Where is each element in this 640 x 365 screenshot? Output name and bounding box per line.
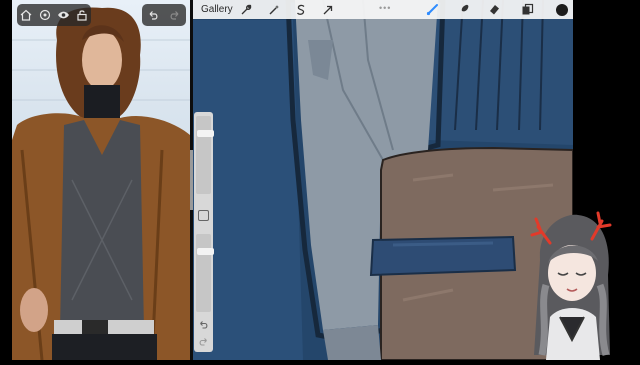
- side-slider-bar: [194, 112, 214, 352]
- gallery-button[interactable]: Gallery: [201, 4, 233, 15]
- opacity-knob[interactable]: [197, 248, 214, 255]
- undo-icon[interactable]: [146, 8, 160, 22]
- wrench-icon[interactable]: [238, 2, 253, 17]
- eraser-icon[interactable]: [487, 2, 502, 17]
- side-undo-icon[interactable]: [198, 319, 209, 330]
- canvas-artwork: [193, 0, 573, 360]
- brush-size-slider[interactable]: [196, 116, 214, 194]
- lock-icon[interactable]: [75, 8, 89, 22]
- reference-toolbar: [17, 4, 91, 26]
- reference-photo: [12, 7, 190, 360]
- magic-wand-icon[interactable]: [266, 2, 281, 17]
- reference-undo-group: [142, 4, 186, 26]
- vtuber-avatar: [520, 205, 628, 360]
- layers-icon[interactable]: [520, 2, 535, 17]
- settings-icon[interactable]: [38, 8, 52, 22]
- side-redo-icon[interactable]: [198, 336, 209, 347]
- more-options[interactable]: •••: [379, 3, 391, 13]
- smudge-icon[interactable]: [456, 2, 471, 17]
- reference-photo-window[interactable]: [12, 0, 190, 360]
- top-toolbar: Gallery •••: [193, 0, 573, 19]
- opacity-slider[interactable]: [196, 234, 214, 312]
- eye-icon[interactable]: [56, 8, 70, 22]
- drawing-canvas[interactable]: [193, 0, 573, 360]
- home-icon[interactable]: [19, 8, 33, 22]
- redo-icon[interactable]: [168, 8, 182, 22]
- transform-arrow-icon[interactable]: [320, 2, 335, 17]
- color-swatch[interactable]: [554, 2, 569, 17]
- brush-icon[interactable]: [425, 2, 440, 17]
- brush-size-knob[interactable]: [197, 130, 214, 137]
- color-swatch-circle: [555, 3, 568, 16]
- selection-icon[interactable]: [293, 2, 308, 17]
- modify-button[interactable]: [198, 210, 209, 221]
